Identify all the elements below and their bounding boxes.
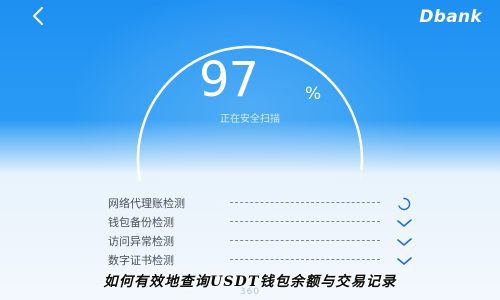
check-icon <box>396 253 412 267</box>
dashed-divider <box>230 202 380 203</box>
scan-score-unit: % <box>305 84 322 104</box>
check-list: 网络代理账检测 钱包备份检测 访问异常检测 数字证书检测 <box>108 193 418 269</box>
spinner-icon <box>396 196 412 211</box>
check-row-certificate: 数字证书检测 <box>108 250 418 269</box>
check-label: 数字证书检测 <box>108 253 174 267</box>
check-icon <box>396 234 412 248</box>
scan-score: 97 <box>199 52 259 108</box>
check-label: 访问异常检测 <box>108 234 174 248</box>
check-icon <box>396 215 412 229</box>
check-label: 钱包备份检测 <box>108 215 174 229</box>
check-row-access: 访问异常检测 <box>108 231 418 250</box>
dashed-divider <box>230 240 380 241</box>
check-label: 网络代理账检测 <box>108 196 185 210</box>
dashed-divider <box>230 221 380 222</box>
check-row-wallet-backup: 钱包备份检测 <box>108 212 418 231</box>
check-row-network: 网络代理账检测 <box>108 193 418 212</box>
chevron-left-icon[interactable] <box>28 5 48 27</box>
scan-status-text: 正在安全扫描 <box>220 114 280 125</box>
brand-logo: Dbank <box>419 7 482 27</box>
footer-brand: 360 <box>239 287 261 297</box>
dashed-divider <box>230 259 380 260</box>
